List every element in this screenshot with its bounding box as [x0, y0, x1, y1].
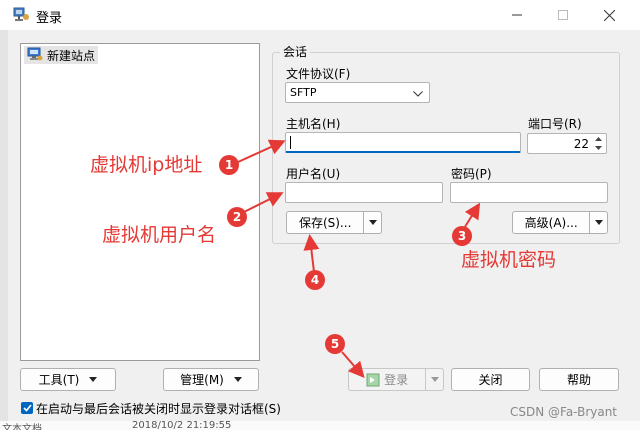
annotation-marker-2: 2	[227, 207, 247, 227]
arrow-4	[303, 234, 320, 273]
annotation-marker-4: 4	[305, 270, 325, 290]
annotation-marker-3: 3	[452, 226, 472, 246]
annotation-marker-5: 5	[325, 334, 345, 354]
watermark: CSDN @Fa-Bryant	[510, 405, 618, 419]
annotation-text-2: 虚拟机用户名	[102, 224, 217, 246]
arrow-5	[341, 351, 365, 379]
arrow-1	[237, 139, 286, 163]
annotation-marker-1: 1	[219, 155, 239, 175]
annotation-text-1: 虚拟机ip地址	[90, 154, 203, 176]
annotation-text-3: 虚拟机密码	[461, 249, 557, 271]
annotation-arrows	[237, 139, 481, 379]
